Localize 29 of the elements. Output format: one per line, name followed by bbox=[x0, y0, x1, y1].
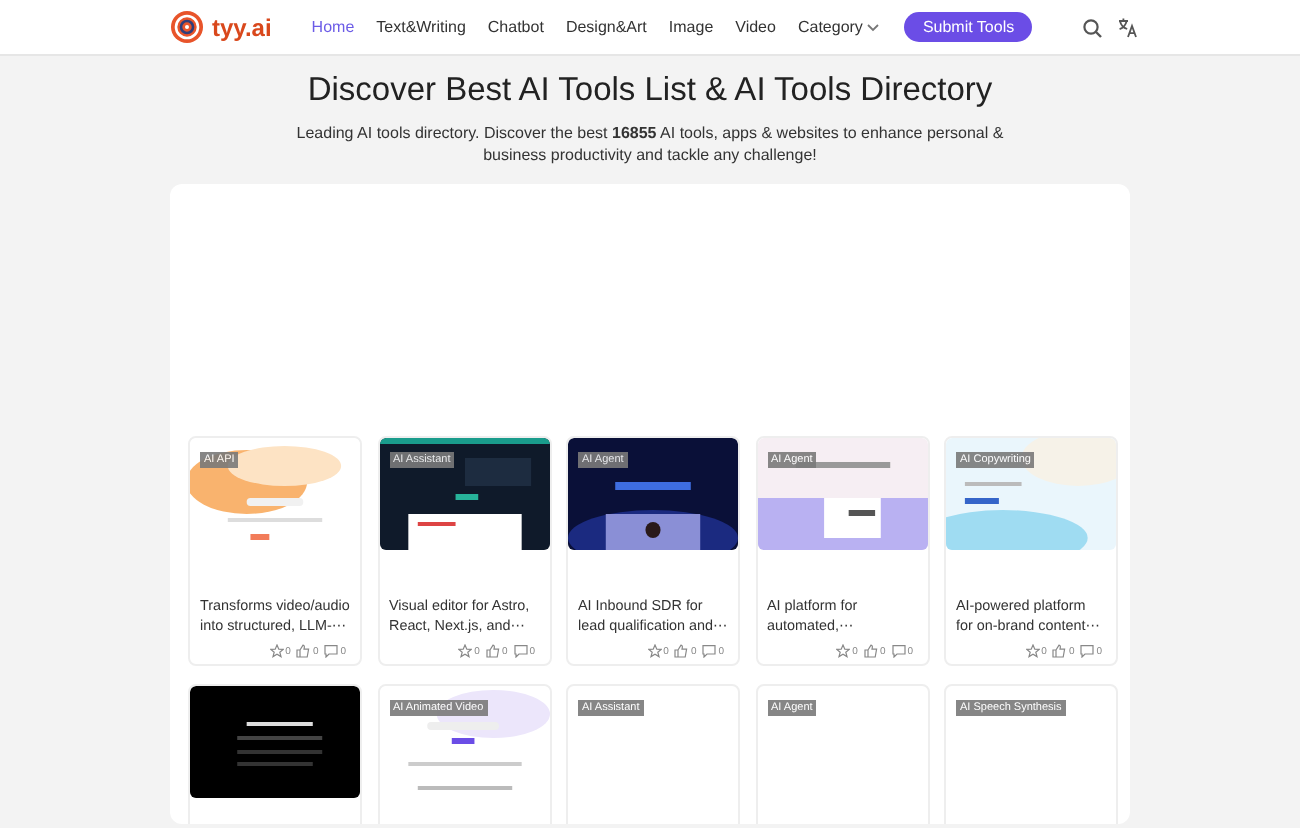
nav-link[interactable]: Design&Art bbox=[565, 18, 647, 36]
search-icon[interactable] bbox=[1082, 17, 1102, 37]
nav-link[interactable]: Text&Writing bbox=[376, 18, 466, 36]
star-icon bbox=[647, 644, 662, 658]
nav-link[interactable]: Category bbox=[797, 18, 881, 36]
thumbs-up-icon bbox=[674, 644, 689, 658]
comment-icon bbox=[1080, 644, 1095, 658]
star-icon bbox=[836, 644, 851, 658]
page-title: Discover Best AI Tools List & AI Tools Directory bbox=[307, 72, 993, 110]
logo-icon[interactable] bbox=[170, 10, 204, 44]
brand-name[interactable]: tyy.ai bbox=[212, 13, 272, 41]
translate-icon[interactable] bbox=[1118, 17, 1138, 37]
comment-icon bbox=[702, 644, 717, 658]
submit-button[interactable]: Submit Tools bbox=[904, 12, 1033, 42]
thumbs-up-icon bbox=[863, 644, 878, 658]
nav-link[interactable]: Chatbot bbox=[487, 18, 544, 36]
nav-link[interactable]: Video bbox=[735, 18, 776, 36]
nav-link[interactable]: Home bbox=[311, 18, 355, 36]
comment-icon bbox=[513, 644, 528, 658]
comment-icon bbox=[891, 644, 906, 658]
star-icon bbox=[269, 644, 284, 658]
nav-link[interactable]: Image bbox=[668, 18, 714, 36]
thumbs-up-icon bbox=[1052, 644, 1067, 658]
comment-icon bbox=[324, 644, 339, 658]
thumbs-up-icon bbox=[485, 644, 500, 658]
thumbs-up-icon bbox=[296, 644, 311, 658]
star-icon bbox=[458, 644, 473, 658]
star-icon bbox=[1025, 644, 1040, 658]
page-subtitle: Leading AI tools directory. Discover the best 16855 AI tools, apps & websites to enhance personal & business productivity and tackle any challenge! bbox=[294, 122, 1006, 166]
